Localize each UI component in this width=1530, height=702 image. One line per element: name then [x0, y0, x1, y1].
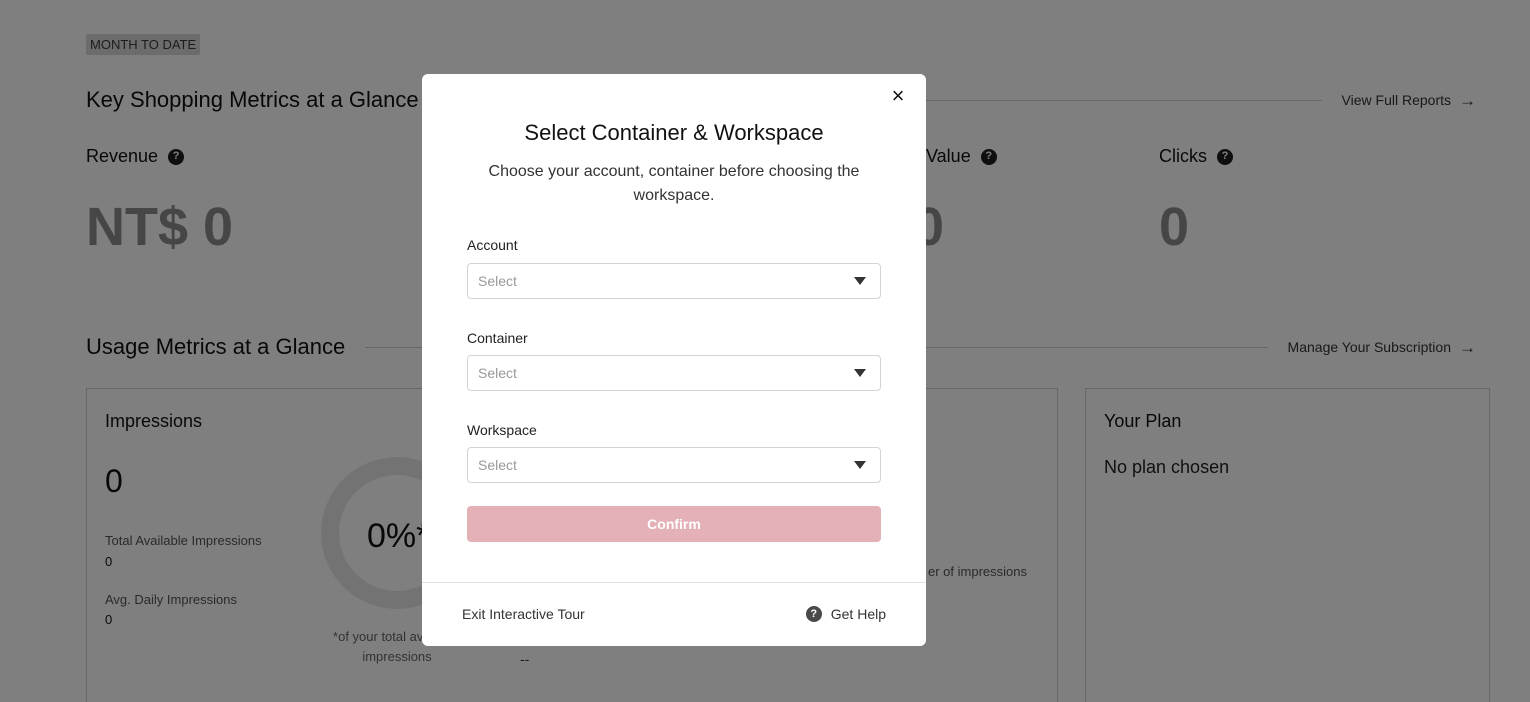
confirm-button[interactable]: Confirm — [467, 506, 881, 542]
workspace-select-placeholder: Select — [478, 457, 517, 473]
container-select[interactable]: Select — [467, 355, 881, 391]
chevron-down-icon — [854, 277, 866, 285]
modal-title: Select Container & Workspace — [524, 120, 824, 145]
modal-divider — [422, 582, 926, 583]
account-select-placeholder: Select — [478, 273, 517, 289]
get-help-link[interactable]: ? Get Help — [805, 606, 886, 622]
help-icon: ? — [805, 606, 822, 622]
select-container-modal: × Select Container & Workspace Choose yo… — [422, 74, 926, 646]
account-label: Account — [467, 237, 518, 253]
exit-tour-link[interactable]: Exit Interactive Tour — [462, 606, 585, 622]
close-icon[interactable]: × — [888, 85, 908, 107]
workspace-label: Workspace — [467, 422, 537, 438]
container-select-placeholder: Select — [478, 365, 517, 381]
workspace-select[interactable]: Select — [467, 447, 881, 483]
account-select[interactable]: Select — [467, 263, 881, 299]
container-label: Container — [467, 330, 528, 346]
chevron-down-icon — [854, 461, 866, 469]
modal-subtitle: Choose your account, container before ch… — [488, 163, 860, 204]
get-help-label: Get Help — [830, 606, 886, 622]
chevron-down-icon — [854, 369, 866, 377]
